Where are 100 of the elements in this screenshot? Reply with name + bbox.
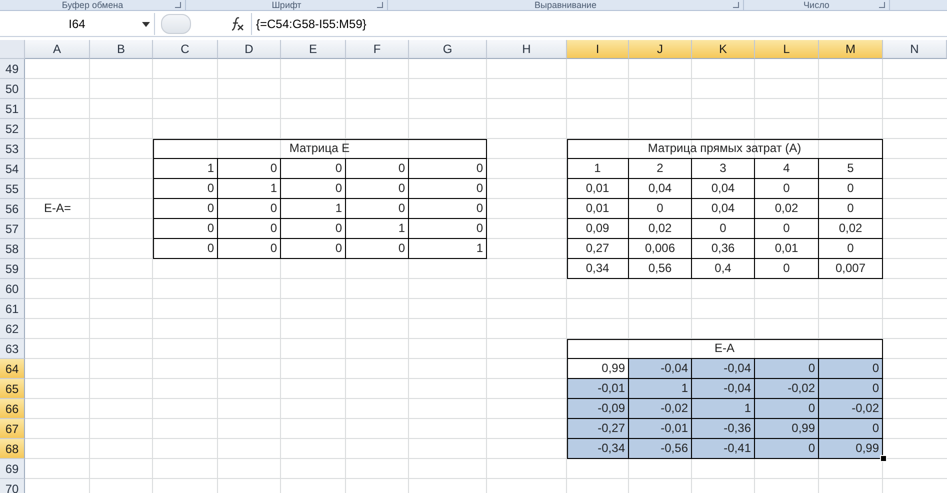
table-cell: 0 <box>755 219 819 239</box>
column-header[interactable]: F <box>346 40 409 59</box>
formula-field[interactable]: {=C54:G58-I55:M59} <box>251 13 947 35</box>
row-header[interactable]: 68 <box>0 439 25 459</box>
row-header[interactable]: 70 <box>0 479 25 493</box>
fill-handle[interactable] <box>880 455 887 462</box>
table-cell: 1 <box>346 219 409 239</box>
resize-handle[interactable] <box>161 14 191 34</box>
row-header[interactable]: 50 <box>0 79 25 99</box>
group-label: Буфер обмена <box>62 0 124 10</box>
dialog-launcher-icon[interactable] <box>175 2 181 8</box>
column-header[interactable]: C <box>153 40 218 59</box>
column-header[interactable]: N <box>883 40 947 59</box>
table-cell: -0,56 <box>629 439 692 459</box>
table-cell: 0,04 <box>629 179 692 199</box>
table-cell: 0 <box>346 179 409 199</box>
table-cell: -0,02 <box>819 399 883 419</box>
dialog-launcher-icon[interactable] <box>733 2 739 8</box>
table-cell: 0 <box>819 179 883 199</box>
table-cell: -0,04 <box>692 379 755 399</box>
table-cell: 0 <box>819 239 883 259</box>
row-header[interactable]: 53 <box>0 139 25 159</box>
table-cell: 0,99 <box>755 419 819 439</box>
row-header[interactable]: 49 <box>0 59 25 79</box>
column-header[interactable]: I <box>567 40 629 59</box>
row-header[interactable]: 65 <box>0 379 25 399</box>
row-header[interactable]: 59 <box>0 259 25 279</box>
column-header[interactable]: M <box>819 40 883 59</box>
name-box[interactable]: I64 <box>0 13 155 35</box>
table-cell: 0 <box>346 159 409 179</box>
table-cell: 0,4 <box>692 259 755 279</box>
table-cell: 1 <box>692 399 755 419</box>
table-cell: 0 <box>346 199 409 219</box>
table-cell: 1 <box>153 159 218 179</box>
column-header[interactable]: L <box>755 40 819 59</box>
table-cell: 0 <box>409 219 487 239</box>
table-cell: 0 <box>281 159 346 179</box>
table-cell: 0 <box>755 359 819 379</box>
worksheet-grid[interactable] <box>0 40 947 493</box>
table-cell: 0,007 <box>819 259 883 279</box>
table-cell: 0 <box>409 179 487 199</box>
table-cell: -0,34 <box>567 439 629 459</box>
row-header[interactable]: 61 <box>0 299 25 319</box>
table-cell: 0,01 <box>755 239 819 259</box>
table-cell: 0 <box>218 219 281 239</box>
table-cell: 1 <box>629 379 692 399</box>
row-header[interactable]: 63 <box>0 339 25 359</box>
row-header[interactable]: 55 <box>0 179 25 199</box>
column-heading: 5 <box>819 159 883 179</box>
table-cell: 0,02 <box>819 219 883 239</box>
row-header[interactable]: 69 <box>0 459 25 479</box>
table-cell: 0,02 <box>755 199 819 219</box>
table-cell: 0,04 <box>692 179 755 199</box>
row-header[interactable]: 51 <box>0 99 25 119</box>
dialog-launcher-icon[interactable] <box>377 2 383 8</box>
row-header[interactable]: 64 <box>0 359 25 379</box>
column-header[interactable]: K <box>692 40 755 59</box>
table-cell: -0,09 <box>567 399 629 419</box>
row-header[interactable]: 66 <box>0 399 25 419</box>
row-header[interactable]: 62 <box>0 319 25 339</box>
column-header[interactable]: H <box>487 40 567 59</box>
table-cell: 0 <box>409 199 487 219</box>
dropdown-icon[interactable] <box>142 22 150 27</box>
column-heading: 2 <box>629 159 692 179</box>
table-cell: 0 <box>819 379 883 399</box>
table-cell: 0 <box>153 179 218 199</box>
row-header[interactable]: 67 <box>0 419 25 439</box>
dialog-launcher-icon[interactable] <box>879 2 885 8</box>
table-cell: 0 <box>819 419 883 439</box>
row-header[interactable]: 58 <box>0 239 25 259</box>
column-header[interactable]: B <box>90 40 153 59</box>
table-cell: 0 <box>281 219 346 239</box>
table-cell: 0 <box>281 239 346 259</box>
table-cell: 0 <box>629 199 692 219</box>
row-header[interactable]: 56 <box>0 199 25 219</box>
table-cell: 0 <box>755 179 819 199</box>
column-header[interactable]: J <box>629 40 692 59</box>
table-cell: 1 <box>409 239 487 259</box>
table-cell: 0,04 <box>692 199 755 219</box>
table-cell: 0 <box>819 359 883 379</box>
group-label: Выравнивание <box>534 0 596 10</box>
column-header[interactable]: E <box>281 40 346 59</box>
table-cell: 0 <box>218 159 281 179</box>
table-cell: -0,01 <box>567 379 629 399</box>
table-cell: 0,99 <box>819 439 883 459</box>
column-heading: 4 <box>755 159 819 179</box>
table-cell: 0,36 <box>692 239 755 259</box>
row-header[interactable]: 57 <box>0 219 25 239</box>
column-header[interactable]: G <box>409 40 487 59</box>
table-cell: 0 <box>346 239 409 259</box>
table-cell: 0,02 <box>629 219 692 239</box>
table-cell: 0 <box>218 199 281 219</box>
row-header[interactable]: 52 <box>0 119 25 139</box>
column-header[interactable]: D <box>218 40 281 59</box>
group-label: Шрифт <box>272 0 302 10</box>
table-cell: -0,01 <box>629 419 692 439</box>
column-header[interactable]: A <box>25 40 90 59</box>
table-cell: 0 <box>755 439 819 459</box>
row-header[interactable]: 54 <box>0 159 25 179</box>
row-header[interactable]: 60 <box>0 279 25 299</box>
